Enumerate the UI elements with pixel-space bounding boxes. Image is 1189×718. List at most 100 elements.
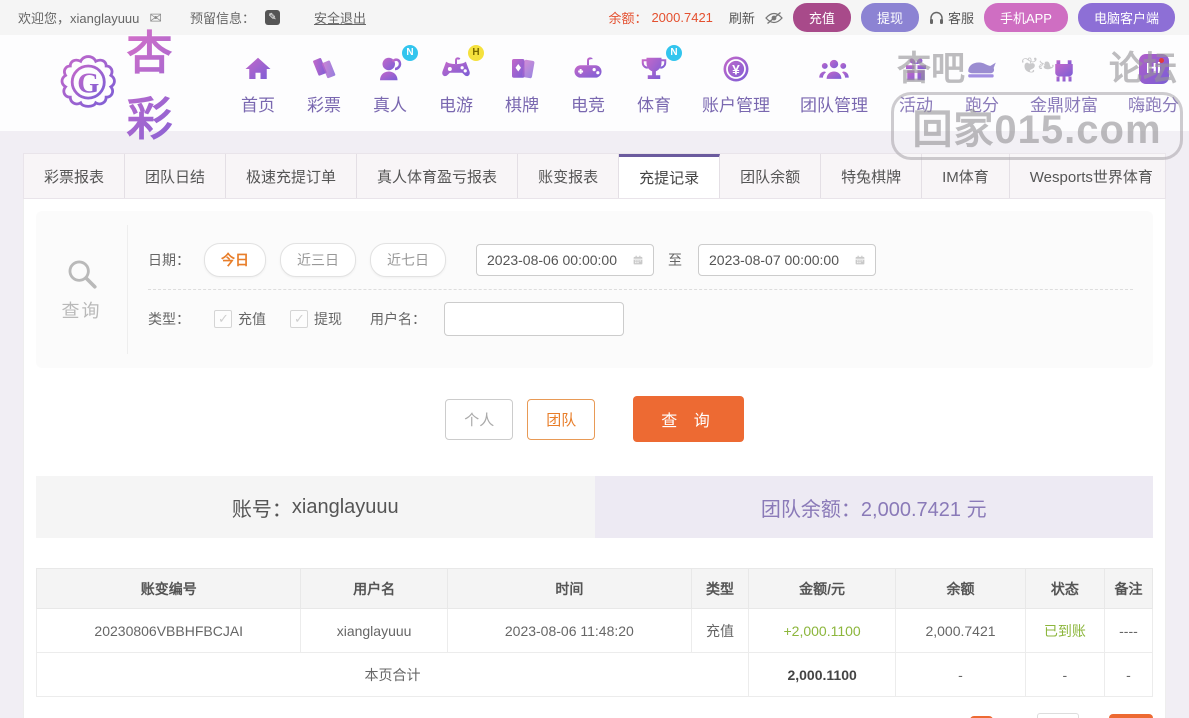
- cell-username: xianglayuuu: [300, 608, 448, 653]
- nav-item-live[interactable]: N 真人: [372, 44, 418, 116]
- date-to-input[interactable]: [709, 252, 847, 268]
- total-amount: 2,000.1100: [747, 652, 897, 697]
- query-button[interactable]: 查 询: [633, 396, 744, 442]
- query-side-label: 查询: [61, 300, 102, 321]
- home-icon: [240, 51, 276, 87]
- nav-item-home[interactable]: 首页: [240, 51, 276, 116]
- withdraw-checkbox[interactable]: [290, 310, 308, 328]
- team-balance-block: 团队余额： 2,000.7421 元: [594, 476, 1153, 538]
- logo-text: 杏彩: [126, 17, 220, 149]
- tripod-cauldron-icon: [1046, 51, 1082, 87]
- tab-tetu-cards[interactable]: 特兔棋牌: [821, 154, 923, 198]
- edit-icon[interactable]: ✎: [264, 10, 280, 25]
- refresh-link[interactable]: 刷新: [729, 8, 755, 27]
- cell-time: 2023-08-06 11:48:20: [446, 608, 693, 653]
- team-balance-value: 2,000.7421 元: [860, 498, 987, 521]
- badge-n: N: [402, 44, 418, 61]
- pc-client-button[interactable]: 电脑客户端: [1077, 3, 1175, 32]
- nav-item-cards[interactable]: 棋牌: [504, 51, 540, 116]
- table-row: 20230806VBBHFBCJAI xianglayuuu 2023-08-0…: [35, 608, 1154, 653]
- balance-value: 2000.7421: [651, 10, 713, 25]
- quick-today-button[interactable]: 今日: [204, 243, 266, 277]
- svg-text:G: G: [77, 68, 99, 99]
- hi-red-dot: [1158, 57, 1164, 63]
- main-nav: G 杏彩 首页 彩票 N 真人 H 电游 棋牌 电竞 N 体育 ¥ 账户管理 团…: [0, 27, 1189, 160]
- nav-item-jinding[interactable]: 金鼎财富: [1030, 51, 1098, 116]
- type-filter-row: 类型： 充值 提现 用户名：: [148, 289, 1133, 348]
- tab-deposit-withdraw-records[interactable]: 充提记录: [619, 154, 721, 198]
- cell-balance: 2,000.7421: [895, 608, 1026, 653]
- col-type: 类型: [691, 568, 749, 609]
- account-band: 账号： xianglayuuu 团队余额： 2,000.7421 元: [36, 476, 1153, 538]
- col-amount: 金额/元: [747, 568, 897, 609]
- balance-label: 余额：: [608, 11, 648, 26]
- nav-item-paofen[interactable]: 跑分: [964, 51, 1000, 116]
- tab-account-changes[interactable]: 账变报表: [518, 154, 620, 198]
- filter-panel: 查询 日期： 今日 近三日 近七日 至: [36, 211, 1153, 368]
- nav-item-sports[interactable]: N 体育: [636, 44, 682, 116]
- rhino-logo-icon: [964, 51, 1000, 87]
- tab-team-balance[interactable]: 团队余额: [720, 154, 822, 198]
- table-header-row: 账变编号 用户名 时间 类型 金额/元 余额 状态 备注: [35, 568, 1154, 609]
- nav-item-egames[interactable]: H 电游: [438, 44, 484, 116]
- query-side-button[interactable]: 查询: [36, 225, 128, 354]
- nav-item-esports[interactable]: 电竞: [570, 51, 606, 116]
- recharge-checkbox-wrap[interactable]: 充值: [214, 309, 266, 329]
- nav-item-lottery[interactable]: 彩票: [306, 51, 342, 116]
- recharge-checkbox[interactable]: [214, 310, 232, 328]
- action-row: 个人 团队 查 询: [36, 396, 1153, 442]
- service-label: 客服: [947, 11, 974, 26]
- team-people-icon: [816, 51, 852, 87]
- recharge-checkbox-label: 充值: [238, 311, 266, 327]
- col-change-id: 账变编号: [35, 568, 302, 609]
- nav-item-team[interactable]: 团队管理: [800, 51, 868, 116]
- nav-item-activity[interactable]: 活动: [898, 51, 934, 116]
- svg-text:¥: ¥: [732, 62, 740, 77]
- tab-im-sports[interactable]: IM体育: [922, 154, 1010, 198]
- col-status: 状态: [1024, 568, 1105, 609]
- tab-team-daily[interactable]: 团队日结: [125, 154, 227, 198]
- col-username: 用户名: [300, 568, 448, 609]
- logout-link[interactable]: 安全退出: [314, 8, 366, 27]
- goto-page-input[interactable]: [1036, 713, 1079, 718]
- tab-wesports[interactable]: Wesports世界体育: [1010, 154, 1173, 198]
- report-tabbar: 彩票报表 团队日结 极速充提订单 真人体育盈亏报表 账变报表 充提记录 团队余额…: [23, 153, 1166, 199]
- quick-7days-button[interactable]: 近七日: [370, 243, 446, 277]
- tab-lottery-report[interactable]: 彩票报表: [24, 154, 126, 198]
- type-label: 类型：: [148, 311, 190, 327]
- col-balance: 余额: [895, 568, 1026, 609]
- quick-3days-button[interactable]: 近三日: [280, 243, 356, 277]
- date-from-input[interactable]: [487, 252, 625, 268]
- customer-service-link[interactable]: 客服: [929, 8, 974, 27]
- team-button[interactable]: 团队: [527, 398, 596, 440]
- withdraw-checkbox-label: 提现: [314, 311, 342, 327]
- recharge-button[interactable]: 充值: [792, 3, 851, 32]
- date-from-field[interactable]: [476, 244, 654, 276]
- logo-flower-icon: G: [60, 55, 116, 108]
- nav-item-haipaofen[interactable]: Hi 嗨跑分: [1128, 51, 1179, 116]
- username-input[interactable]: [444, 302, 624, 336]
- tab-fast-orders[interactable]: 极速充提订单: [226, 154, 358, 198]
- go-button[interactable]: GO: [1108, 713, 1153, 718]
- username-label: 用户名：: [370, 311, 426, 327]
- site-logo[interactable]: G 杏彩: [58, 17, 220, 149]
- mobile-app-button[interactable]: 手机APP: [983, 3, 1068, 32]
- tab-live-sports-pl[interactable]: 真人体育盈亏报表: [357, 154, 519, 198]
- withdraw-button[interactable]: 提现: [860, 3, 919, 32]
- badge-h: H: [468, 44, 484, 61]
- gift-icon: [898, 51, 934, 87]
- badge-n: N: [666, 44, 682, 61]
- account-number-block: 账号： xianglayuuu: [36, 476, 595, 538]
- personal-button[interactable]: 个人: [445, 398, 514, 440]
- cell-type: 充值: [691, 608, 749, 653]
- eye-off-icon[interactable]: [765, 11, 783, 25]
- date-to-field[interactable]: [698, 244, 876, 276]
- cell-amount: +2,000.1100: [747, 608, 897, 653]
- date-label: 日期：: [148, 252, 190, 268]
- nav-item-account[interactable]: ¥ 账户管理: [702, 51, 770, 116]
- cell-remark: ----: [1103, 608, 1154, 653]
- team-balance-label: 团队余额：: [760, 498, 861, 521]
- withdraw-checkbox-wrap[interactable]: 提现: [290, 309, 342, 329]
- total-label: 本页合计: [36, 652, 749, 697]
- records-table: 账变编号 用户名 时间 类型 金额/元 余额 状态 备注 20230806VBB…: [35, 568, 1154, 697]
